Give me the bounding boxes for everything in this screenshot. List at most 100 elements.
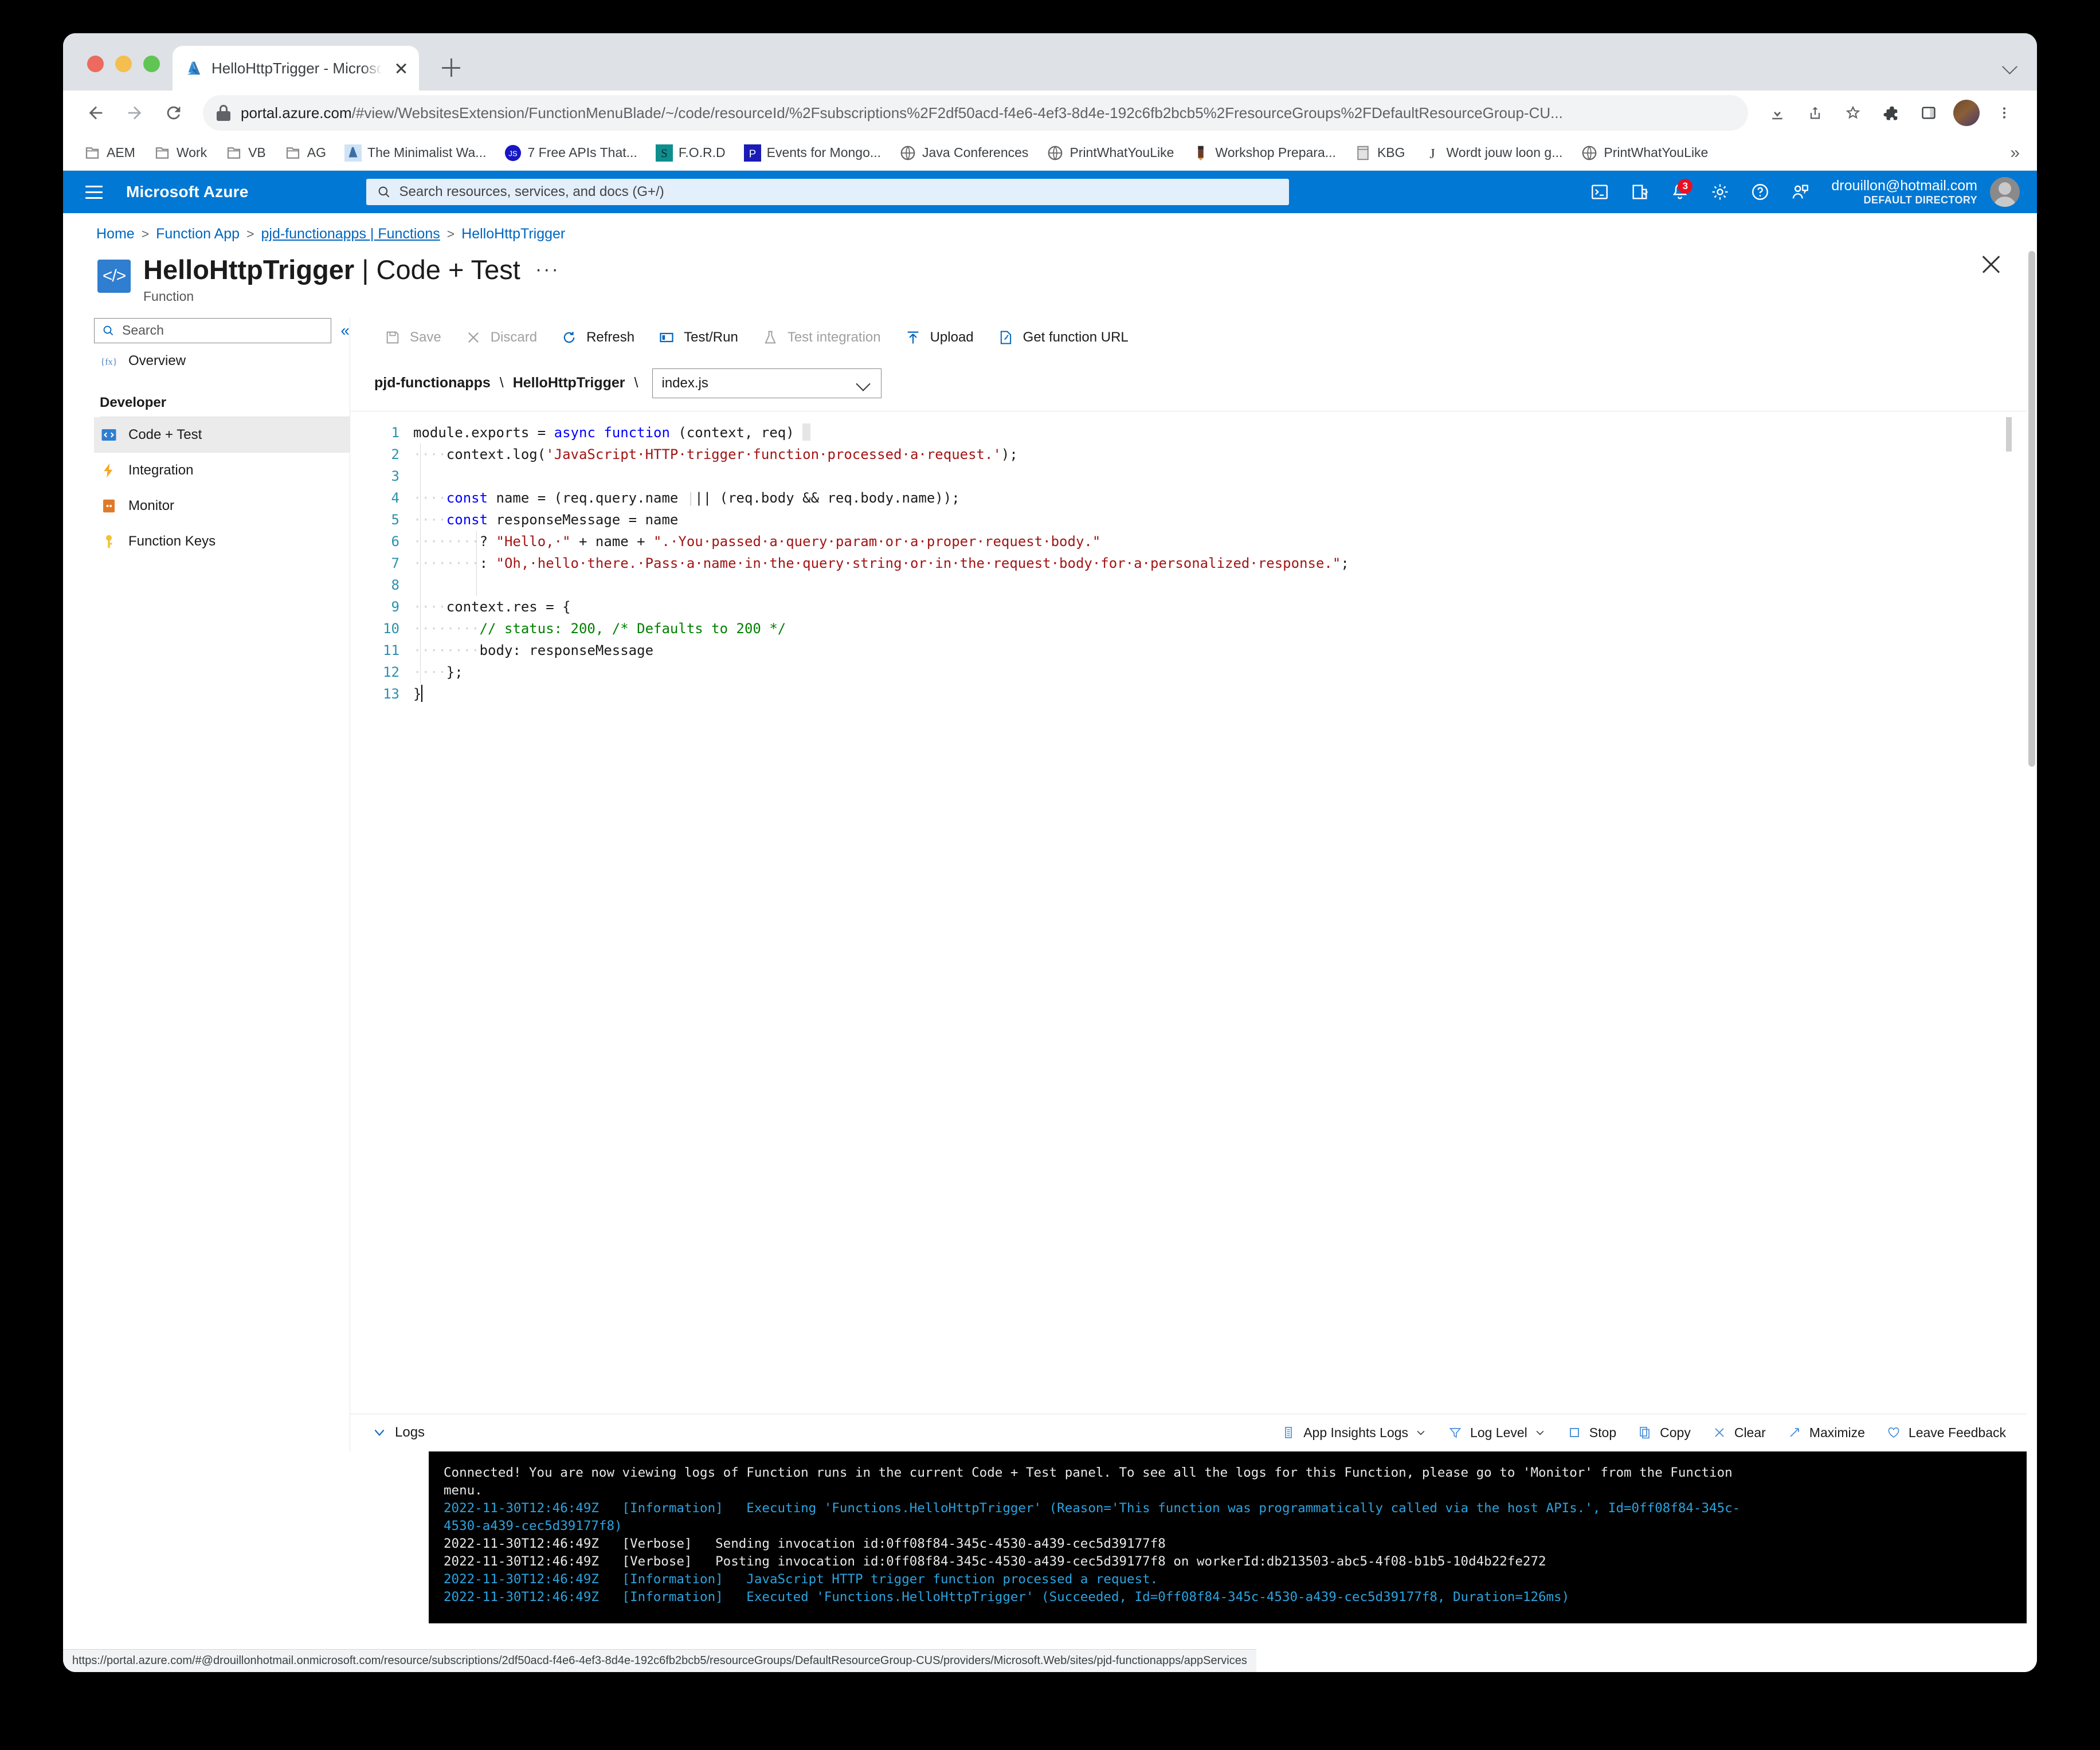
bookmark-item[interactable]: S F.O.R.D	[648, 141, 734, 165]
stop-logs-button[interactable]: Stop	[1556, 1425, 1627, 1441]
test-integration-button[interactable]: Test integration	[750, 323, 892, 352]
bookmark-item[interactable]: P Events for Mongo...	[736, 141, 889, 165]
account-info[interactable]: drouillon@hotmail.com DEFAULT DIRECTORY	[1831, 178, 1977, 207]
function-blade: Home > Function App > pjd-functionapps |…	[63, 213, 2037, 1672]
log-line: 2022-11-30T12:46:49Z [Information] Execu…	[444, 1500, 1741, 1516]
copy-logs-button[interactable]: Copy	[1627, 1425, 1701, 1441]
app-insights-logs-dropdown[interactable]: App Insights Logs	[1270, 1425, 1437, 1441]
sidebar-item-function-keys[interactable]: Function Keys	[94, 524, 382, 559]
upload-button[interactable]: Upload	[892, 323, 985, 352]
get-function-url-button[interactable]: Get function URL	[985, 323, 1140, 352]
breadcrumb-item-home[interactable]: Home	[96, 226, 135, 242]
bookmark-item[interactable]: Java Conferences	[891, 141, 1036, 165]
code-line[interactable]: module.exports = async function (context…	[413, 422, 2037, 444]
editor-scrollbar-thumb[interactable]	[2006, 417, 2012, 452]
clear-logs-button[interactable]: Clear	[1701, 1425, 1776, 1441]
refresh-button[interactable]: Refresh	[548, 323, 646, 352]
code-lines[interactable]: module.exports = async function (context…	[413, 422, 2037, 705]
code-line[interactable]: ····};	[413, 661, 2037, 683]
breadcrumb-item-function-app[interactable]: Function App	[156, 226, 240, 242]
save-button[interactable]: Save	[372, 323, 453, 352]
file-select-dropdown[interactable]: index.js	[652, 368, 881, 398]
sidepanel-icon[interactable]	[1911, 95, 1946, 131]
notifications-icon[interactable]: 3	[1662, 174, 1698, 210]
page-vertical-scrollbar[interactable]	[2027, 251, 2037, 1649]
hamburger-menu-icon[interactable]	[78, 176, 110, 208]
code-line[interactable]: ········body: responseMessage	[413, 639, 2037, 661]
test-run-button[interactable]: Test/Run	[646, 323, 750, 352]
code-line[interactable]: ····const responseMessage = name	[413, 509, 2037, 531]
sidebar-item-code-test[interactable]: Code + Test	[94, 417, 382, 453]
avatar[interactable]	[1990, 177, 2020, 207]
browser-menu-icon[interactable]	[1987, 95, 2022, 131]
share-icon[interactable]	[1797, 95, 1833, 131]
collapse-sidebar-icon[interactable]: «	[340, 322, 350, 339]
bookmark-item[interactable]: The Minimalist Wa...	[336, 141, 494, 165]
chevron-down-icon	[855, 376, 871, 391]
download-icon[interactable]	[1760, 95, 1795, 131]
profile-avatar[interactable]	[1949, 95, 1984, 131]
bookmark-star-icon[interactable]	[1835, 95, 1871, 131]
logs-action-label: Clear	[1734, 1425, 1766, 1440]
close-window-button[interactable]	[87, 56, 104, 72]
code-line[interactable]: ····context.res = {	[413, 596, 2037, 618]
code-line[interactable]: ····context.log('JavaScript·HTTP·trigger…	[413, 444, 2037, 465]
breadcrumb-item-functions[interactable]: pjd-functionapps | Functions	[261, 226, 440, 242]
tab-list-button[interactable]	[2000, 55, 2037, 91]
reload-button[interactable]	[156, 95, 191, 131]
more-options-button[interactable]: ···	[535, 258, 560, 281]
bookmark-item[interactable]: Work	[146, 141, 215, 165]
azure-global-search[interactable]: Search resources, services, and docs (G+…	[366, 179, 1289, 205]
bookmark-item[interactable]: PrintWhatYouLike	[1039, 141, 1182, 165]
bookmark-item[interactable]: AEM	[76, 141, 143, 165]
logs-collapse-toggle[interactable]: Logs	[372, 1425, 425, 1441]
back-button[interactable]	[78, 95, 113, 131]
bookmark-item[interactable]: JS 7 Free APIs That...	[496, 141, 645, 165]
bookmark-item[interactable]: PrintWhatYouLike	[1573, 141, 1716, 165]
search-input[interactable]: Search	[94, 317, 332, 343]
sidebar-item-monitor[interactable]: Monitor	[94, 488, 382, 524]
bookmark-item[interactable]: Workshop Prepara...	[1184, 141, 1344, 165]
discard-button[interactable]: Discard	[453, 323, 548, 352]
sidebar-item-overview[interactable]: {fx} Overview	[94, 343, 382, 379]
cloud-shell-icon[interactable]	[1581, 174, 1618, 210]
feedback-icon[interactable]	[1782, 174, 1819, 210]
bookmarks-overflow-button[interactable]: »	[2010, 143, 2024, 163]
editor-vertical-scrollbar[interactable]	[2006, 417, 2012, 1380]
azure-brand-label[interactable]: Microsoft Azure	[126, 183, 249, 201]
extensions-icon[interactable]	[1873, 95, 1909, 131]
maximize-window-button[interactable]	[143, 56, 160, 72]
log-level-dropdown[interactable]: Log Level	[1437, 1425, 1556, 1441]
leave-feedback-button[interactable]: Leave Feedback	[1875, 1425, 2016, 1441]
page-scrollbar-thumb[interactable]	[2028, 251, 2035, 767]
code-line[interactable]: ········? "Hello,·" + name + ".·You·pass…	[413, 531, 2037, 552]
code-editor[interactable]: 1 2 3 4 5 6 7 8 9 10 11 12 13 module.exp…	[350, 410, 2037, 1414]
bookmark-item[interactable]: J Wordt jouw loon g...	[1416, 141, 1571, 165]
code-line[interactable]	[413, 465, 2037, 487]
code-line[interactable]: }	[413, 683, 2037, 705]
code-line[interactable]: ········: "Oh,·hello·there.·Pass·a·name·…	[413, 552, 2037, 574]
minimize-window-button[interactable]	[115, 56, 132, 72]
directories-subscriptions-icon[interactable]	[1621, 174, 1658, 210]
maximize-logs-button[interactable]: Maximize	[1776, 1425, 1875, 1441]
code-editor-surface[interactable]: 1 2 3 4 5 6 7 8 9 10 11 12 13 module.exp…	[350, 411, 2037, 705]
new-tab-button[interactable]	[434, 50, 468, 85]
browser-tab[interactable]: HelloHttpTrigger - Microsoft Az	[173, 46, 419, 91]
forward-button[interactable]	[117, 95, 152, 131]
logs-console[interactable]: Connected! You are now viewing logs of F…	[429, 1451, 2037, 1623]
help-icon[interactable]	[1742, 174, 1778, 210]
bookmark-item[interactable]: VB	[217, 141, 274, 165]
bookmark-item[interactable]: AG	[276, 141, 334, 165]
sidebar-item-integration[interactable]: Integration	[94, 453, 382, 488]
address-bar[interactable]: portal.azure.com/#view/WebsitesExtension…	[203, 95, 1748, 131]
breadcrumb-separator: >	[246, 226, 254, 241]
bookmark-item[interactable]: KBG	[1346, 141, 1413, 165]
breadcrumb-item-current[interactable]: HelloHttpTrigger	[461, 226, 565, 242]
settings-icon[interactable]	[1702, 174, 1738, 210]
lightning-icon	[100, 461, 118, 480]
close-blade-icon[interactable]	[1976, 249, 2006, 279]
code-line[interactable]: ····const name = (req.query.name ||| (re…	[413, 487, 2037, 509]
close-icon[interactable]	[391, 58, 411, 78]
code-line[interactable]: ········// status: 200, /* Defaults to 2…	[413, 618, 2037, 639]
code-line[interactable]	[413, 574, 2037, 596]
